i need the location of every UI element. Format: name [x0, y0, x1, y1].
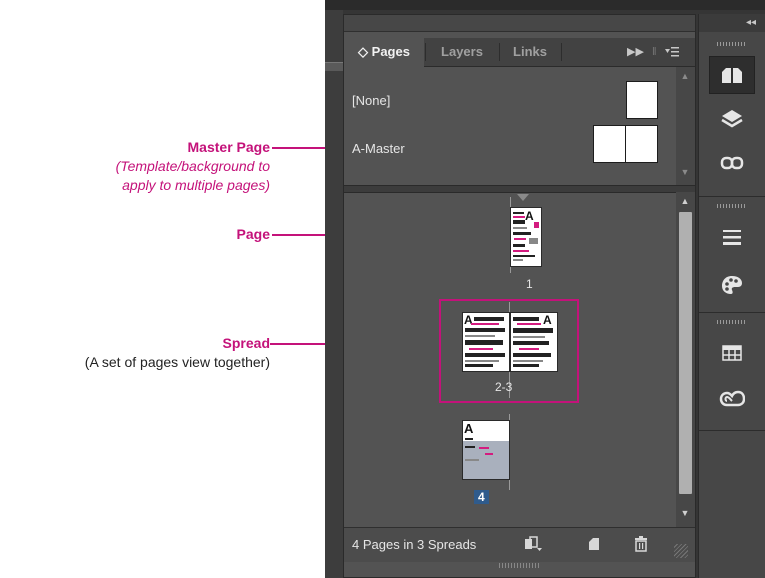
master-page-desc-2: apply to multiple pages)	[122, 177, 270, 193]
dock-group-grip[interactable]	[717, 204, 747, 208]
page-4-master-letter: A	[464, 421, 474, 436]
pages-icon	[722, 68, 742, 83]
dock-links-button[interactable]	[709, 144, 755, 182]
dock-group-grip[interactable]	[717, 320, 747, 324]
master-none-thumbnail[interactable]	[626, 81, 658, 119]
dock-separator	[699, 430, 765, 431]
panel-footer: 4 Pages in 3 Spreads	[344, 527, 695, 562]
page-2-thumbnail[interactable]: A	[462, 312, 510, 372]
master-none[interactable]: [None]	[352, 93, 390, 108]
tab-layers-label: Layers	[441, 44, 483, 59]
master-a[interactable]: A-Master	[352, 141, 405, 156]
panel-bottom-grip[interactable]	[499, 563, 539, 568]
page-count-status: 4 Pages in 3 Spreads	[352, 537, 477, 552]
dock-table-button[interactable]	[709, 334, 755, 372]
dock-separator	[699, 312, 765, 313]
master-scroll-up-icon[interactable]: ▲	[678, 71, 692, 81]
table-icon	[722, 345, 742, 361]
tab-pages[interactable]: ◇ Pages	[344, 38, 424, 67]
dock-collapse-icon[interactable]: ◂◂	[699, 14, 765, 32]
page-4-number[interactable]: 4	[474, 490, 489, 504]
spread-annotation: Spread (A set of pages view together)	[85, 335, 270, 370]
panel-header-bar[interactable]	[344, 15, 695, 32]
panel-tabs: ◇ Pages Layers Links ▶▶ ‖	[344, 38, 695, 67]
resize-grip-icon[interactable]	[674, 544, 688, 558]
pages-tab-arrows-icon: ◇	[358, 44, 369, 59]
pages-scroll-thumb[interactable]	[679, 212, 692, 494]
delete-page-icon[interactable]	[630, 534, 652, 554]
panel-dock: ◂◂	[698, 14, 765, 578]
creative-cloud-icon	[719, 390, 745, 407]
master-scroll-down-icon[interactable]: ▼	[678, 167, 692, 177]
ruler-fragment	[325, 62, 343, 71]
tab-links[interactable]: Links	[500, 38, 560, 66]
master-scrollbar[interactable]: ▲ ▼	[676, 67, 695, 185]
spread-desc: (A set of pages view together)	[84, 354, 270, 370]
layers-icon	[721, 110, 743, 128]
swatches-icon	[722, 276, 742, 294]
master-page-title: Master Page	[187, 139, 270, 155]
page-1-master-letter: A	[525, 209, 534, 223]
page-3-thumbnail[interactable]: A	[510, 312, 558, 372]
page-3-master-letter: A	[543, 313, 552, 327]
edit-page-size-icon[interactable]	[522, 534, 544, 554]
master-page-desc-1: (Template/background to	[115, 158, 270, 174]
dock-pages-button[interactable]	[709, 56, 755, 94]
page-1-number[interactable]: 1	[526, 277, 533, 291]
spread-title: Spread	[222, 335, 270, 351]
master-a-left-thumbnail[interactable]	[593, 125, 626, 163]
links-icon	[720, 156, 744, 170]
pages-panel: ◇ Pages Layers Links ▶▶ ‖ [None] A-Maste…	[343, 14, 696, 578]
document-canvas-edge	[325, 10, 343, 578]
page-1-thumbnail[interactable]: A	[510, 207, 542, 267]
dock-separator	[699, 196, 765, 197]
indesign-window: ◇ Pages Layers Links ▶▶ ‖ [None] A-Maste…	[325, 0, 765, 578]
page-title: Page	[236, 226, 270, 242]
dock-layers-button[interactable]	[709, 100, 755, 138]
dock-swatches-button[interactable]	[709, 266, 755, 304]
tab-pages-label: Pages	[371, 44, 410, 59]
new-page-icon[interactable]	[584, 534, 606, 554]
tab-divider	[561, 43, 562, 61]
dock-cc-libraries-button[interactable]	[709, 380, 755, 418]
tab-layers[interactable]: Layers	[426, 38, 498, 66]
spread-2-3-number[interactable]: 2-3	[495, 380, 512, 394]
pages-scroll-up-icon[interactable]: ▲	[678, 196, 692, 206]
stroke-icon	[723, 230, 741, 245]
panel-menu-icon[interactable]	[664, 38, 680, 66]
top-strip	[325, 0, 765, 10]
master-a-right-thumbnail[interactable]	[625, 125, 658, 163]
document-pages-section: A 1 A A 2-3 A 4	[344, 192, 676, 530]
panel-grip-icon: ‖	[652, 46, 657, 58]
page-annotation: Page	[237, 226, 270, 242]
master-page-annotation: Master Page (Template/background to appl…	[116, 139, 270, 193]
pages-scrollbar[interactable]: ▲ ▼	[676, 192, 695, 527]
dock-group-grip[interactable]	[717, 42, 747, 46]
dock-stroke-button[interactable]	[709, 218, 755, 256]
collapse-panel-icon[interactable]: ▶▶	[627, 38, 644, 66]
master-pages-section: [None] A-Master	[344, 67, 676, 187]
spine-indicator-icon	[517, 194, 529, 201]
tab-links-label: Links	[513, 44, 547, 59]
pages-scroll-down-icon[interactable]: ▼	[678, 508, 692, 518]
page-4-thumbnail[interactable]: A	[462, 420, 510, 480]
